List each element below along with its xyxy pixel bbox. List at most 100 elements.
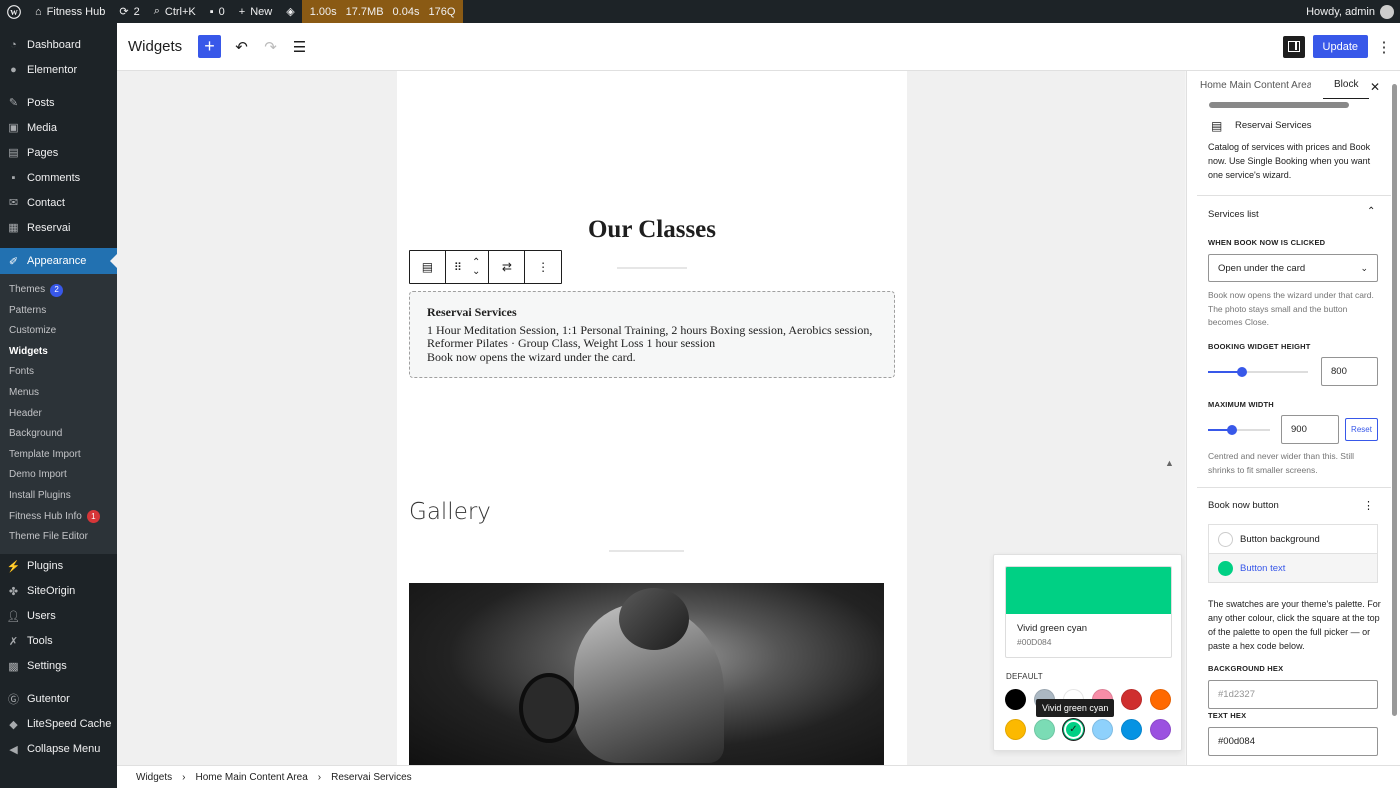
tab-block[interactable]: Block xyxy=(1323,71,1370,99)
button-background-option[interactable]: Button background xyxy=(1208,524,1378,554)
undo-icon[interactable]: ↶ xyxy=(227,32,256,61)
tab-widget-area[interactable]: Home Main Content Area xyxy=(1197,80,1311,91)
block-options-icon[interactable]: ⋮ xyxy=(525,251,561,283)
gallery-image[interactable] xyxy=(409,583,884,765)
gallery-heading[interactable]: Gallery xyxy=(409,499,491,525)
menu-label: Elementor xyxy=(27,63,78,76)
submenu-widgets[interactable]: Widgets xyxy=(0,342,117,363)
width-slider[interactable] xyxy=(1208,425,1270,435)
list-view-icon[interactable]: ☰ xyxy=(285,32,314,61)
classes-heading[interactable]: Our Classes xyxy=(397,216,907,244)
menu-appearance[interactable]: ✐ Appearance xyxy=(0,248,117,274)
breadcrumb-item[interactable]: Home Main Content Area xyxy=(195,772,307,783)
heading-separator xyxy=(617,267,687,269)
book-button-section-title[interactable]: Book now button xyxy=(1208,499,1279,513)
section-options-icon[interactable]: ⋮ xyxy=(1363,499,1374,512)
menu-media[interactable]: ▣ Media xyxy=(0,115,117,140)
redo-icon[interactable]: ↷ xyxy=(256,32,285,61)
submenu-menus[interactable]: Menus xyxy=(0,383,117,404)
color-swatch[interactable] xyxy=(1121,719,1142,740)
reset-button[interactable]: Reset xyxy=(1345,418,1378,441)
height-input[interactable]: 800 xyxy=(1321,357,1378,386)
menu-pages[interactable]: ▤ Pages xyxy=(0,140,117,165)
bg-hex-label: BACKGROUND HEX xyxy=(1208,664,1284,673)
updates-link[interactable]: ⟳ 2 xyxy=(112,0,146,23)
panel-scrollbar[interactable] xyxy=(1392,84,1397,716)
menu-posts[interactable]: ✎ Posts xyxy=(0,90,117,115)
submenu-header[interactable]: Header xyxy=(0,404,117,425)
transform-icon[interactable]: ⇄ xyxy=(489,251,526,283)
menu-plugins[interactable]: ⚡ Plugins xyxy=(0,554,117,579)
block-toolbar: ▤ ⠿ ⌃ ⌄ ⇄ ⋮ xyxy=(409,250,562,284)
more-options-icon[interactable]: ⋮ xyxy=(1376,32,1392,61)
submenu-fitness-hub-info[interactable]: Fitness Hub Info 1 xyxy=(0,507,117,528)
block-services-line: 1 Hour Meditation Session, 1:1 Personal … xyxy=(427,322,873,337)
color-swatch[interactable] xyxy=(1005,689,1026,710)
close-icon[interactable]: ✕ xyxy=(1370,80,1380,94)
submenu-themes[interactable]: Themes 2 xyxy=(0,280,117,301)
submenu-template-import[interactable]: Template Import xyxy=(0,445,117,466)
menu-litespeed[interactable]: ◆ LiteSpeed Cache xyxy=(0,712,117,737)
drag-handle-icon[interactable]: ⠿ xyxy=(454,261,462,274)
plugin-diamond-icon[interactable]: ◈ xyxy=(279,0,301,23)
block-type-icon[interactable]: ▤ xyxy=(410,251,446,283)
bg-hex-input[interactable]: #1d2327 xyxy=(1208,680,1378,709)
collapse-menu-button[interactable]: ◀ Collapse Menu xyxy=(0,737,117,762)
menu-settings[interactable]: ▩ Settings xyxy=(0,654,117,679)
color-swatch[interactable] xyxy=(1005,719,1026,740)
submenu-install-plugins[interactable]: Install Plugins xyxy=(0,486,117,507)
my-account[interactable]: Howdy, admin xyxy=(1299,0,1400,23)
height-slider[interactable] xyxy=(1208,367,1308,377)
site-name-link[interactable]: ⌂ Fitness Hub xyxy=(28,0,112,23)
submenu-theme-file-editor[interactable]: Theme File Editor xyxy=(0,527,117,548)
color-swatch[interactable] xyxy=(1034,719,1055,740)
submenu-customize[interactable]: Customize xyxy=(0,321,117,342)
chevron-up-icon[interactable]: ⌃ xyxy=(1367,206,1375,217)
when-clicked-select[interactable]: Open under the card ⌄ xyxy=(1208,254,1378,282)
breadcrumb-item[interactable]: Widgets xyxy=(136,772,172,783)
update-button[interactable]: Update xyxy=(1312,35,1368,58)
slider-knob[interactable] xyxy=(1237,367,1247,377)
submenu-patterns[interactable]: Patterns xyxy=(0,301,117,322)
menu-gutentor[interactable]: Ⓖ Gutentor xyxy=(0,687,117,712)
button-text-option[interactable]: Button text xyxy=(1208,553,1378,583)
color-swatch[interactable] xyxy=(1150,689,1171,710)
menu-reservai[interactable]: ▦ Reservai xyxy=(0,215,117,240)
color-preview[interactable]: Vivid green cyan #00D084 xyxy=(1005,566,1172,658)
text-hex-input[interactable]: #00d084 xyxy=(1208,727,1378,756)
width-input[interactable]: 900 xyxy=(1281,415,1339,444)
menu-siteorigin[interactable]: ✤ SiteOrigin xyxy=(0,579,117,604)
add-block-button[interactable]: + xyxy=(198,35,221,58)
scroll-up-icon[interactable]: ▲ xyxy=(1165,458,1174,468)
submenu-demo-import[interactable]: Demo Import xyxy=(0,465,117,486)
tabs-scrollbar[interactable] xyxy=(1209,102,1349,108)
command-search[interactable]: ⌕ Ctrl+K xyxy=(147,0,203,23)
menu-users[interactable]: 👤︎ Users xyxy=(0,604,117,629)
comments-link[interactable]: ▪ 0 xyxy=(203,0,232,23)
menu-label: Users xyxy=(27,610,56,623)
menu-dashboard[interactable]: ◔ Dashboard xyxy=(0,32,117,57)
submenu-fonts[interactable]: Fonts xyxy=(0,362,117,383)
color-swatch[interactable]: ✓ xyxy=(1063,719,1084,740)
reservai-services-block[interactable]: Reservai Services 1 Hour Meditation Sess… xyxy=(409,291,895,378)
query-monitor[interactable]: 1.00s 17.7MB 0.04s 176Q xyxy=(301,0,464,23)
move-up-down-icon[interactable]: ⌃ ⌄ xyxy=(472,258,480,277)
slider-knob[interactable] xyxy=(1226,425,1237,435)
selected-color-swatch[interactable] xyxy=(1006,567,1171,614)
when-clicked-hint: Book now opens the wizard under that car… xyxy=(1208,290,1374,327)
submenu-label: Fitness Hub Info xyxy=(9,510,82,522)
breadcrumb-item[interactable]: Reservai Services xyxy=(331,772,412,783)
settings-sidebar-toggle-icon[interactable] xyxy=(1282,35,1305,58)
menu-tools[interactable]: ✗ Tools xyxy=(0,629,117,654)
menu-comments[interactable]: ▪ Comments xyxy=(0,165,117,190)
wordpress-logo-icon[interactable]: W xyxy=(0,0,28,23)
submenu-background[interactable]: Background xyxy=(0,424,117,445)
services-section-title[interactable]: Services list xyxy=(1208,208,1259,222)
color-swatch[interactable] xyxy=(1092,719,1113,740)
color-swatch[interactable] xyxy=(1150,719,1171,740)
menu-contact[interactable]: ✉ Contact xyxy=(0,190,117,215)
new-content-link[interactable]: + New xyxy=(232,0,279,23)
when-clicked-value: Open under the card xyxy=(1218,262,1306,274)
color-swatch[interactable] xyxy=(1121,689,1142,710)
menu-elementor[interactable]: ● Elementor xyxy=(0,57,117,82)
